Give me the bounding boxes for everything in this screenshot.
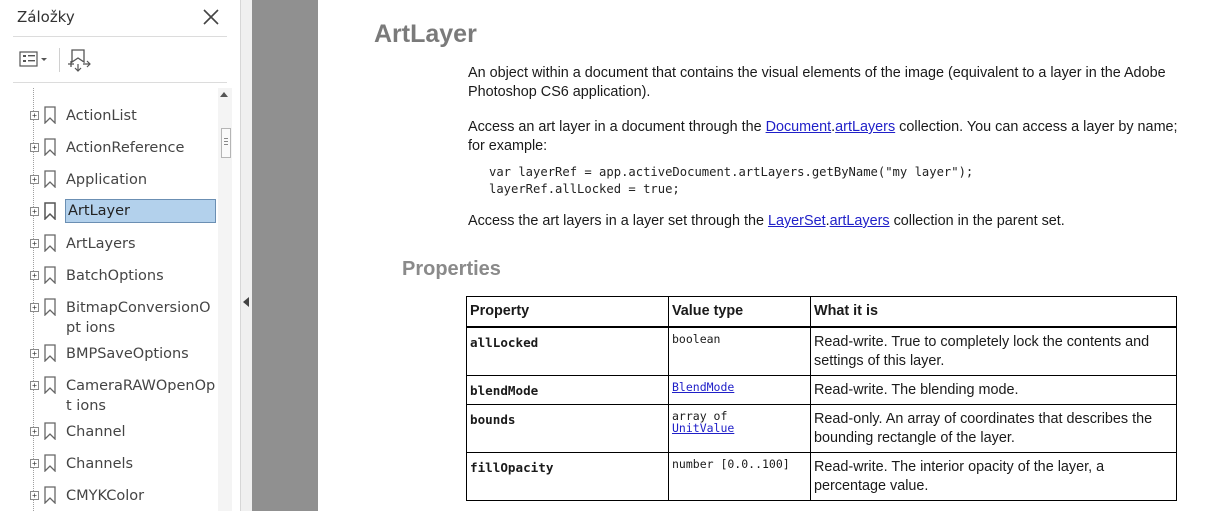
scroll-up-arrow-icon[interactable] <box>220 92 228 97</box>
toolbar-separator <box>59 48 60 72</box>
text: collection in the parent set. <box>889 213 1065 229</box>
bookmark-label: Application <box>66 172 148 188</box>
plus-expander-icon[interactable]: + <box>30 303 39 312</box>
layerset-link[interactable]: LayerSet <box>768 213 826 229</box>
intro-paragraph: An object within a document that contain… <box>468 65 1166 100</box>
bookmarks-panel: Záložky + ActionList + ActionReference +… <box>0 0 241 511</box>
property-name: bounds <box>466 404 669 453</box>
plus-expander-icon[interactable]: + <box>30 271 39 280</box>
bookmark-ribbon-icon <box>44 486 56 505</box>
properties-table: Property Value type What it is allLocked… <box>466 296 1177 501</box>
bookmark-label: CameraRAWOpenOpt ions <box>66 378 216 414</box>
bookmark-label: ArtLayer <box>65 199 216 223</box>
bookmark-label: ActionReference <box>66 140 185 156</box>
bookmarks-toolbar <box>13 44 227 76</box>
table-row: allLocked boolean Read-write. True to co… <box>466 326 1177 376</box>
bookmark-label: Channels <box>66 456 134 472</box>
bookmark-tree: + ActionList + ActionReference + Applica… <box>20 88 220 511</box>
property-name: blendMode <box>466 375 669 405</box>
value-type: number [0.0..100] <box>668 452 811 501</box>
bookmark-ribbon-icon <box>44 138 56 157</box>
page-gutter <box>252 0 318 511</box>
bookmark-label: ActionList <box>66 108 137 124</box>
collapse-arrow-icon[interactable] <box>243 297 249 307</box>
table-header-row: Property Value type What it is <box>466 296 1177 328</box>
property-description: Read-only. An array of coordinates that … <box>810 404 1177 453</box>
page-title: ArtLayer <box>374 20 477 48</box>
plus-expander-icon[interactable]: + <box>30 143 39 152</box>
blendmode-link[interactable]: BlendMode <box>672 381 807 393</box>
property-description: Read-write. True to completely lock the … <box>810 326 1177 376</box>
value-type: array of UnitValue <box>668 404 811 453</box>
plus-expander-icon[interactable]: + <box>30 491 39 500</box>
bookmark-ribbon-icon <box>44 234 56 253</box>
plus-expander-icon[interactable]: + <box>30 349 39 358</box>
type-text: boolean <box>672 332 721 346</box>
section-heading: Properties <box>402 258 501 280</box>
bookmarks-scrollbar[interactable] <box>218 88 232 511</box>
column-header: Value type <box>668 296 811 328</box>
property-description: Read-write. The blending mode. <box>810 375 1177 405</box>
table-row: bounds array of UnitValue Read-only. An a… <box>466 404 1177 453</box>
bookmark-ribbon-icon <box>44 298 56 317</box>
bookmark-ribbon-icon <box>44 376 56 395</box>
panel-collapse-handle[interactable] <box>241 0 252 511</box>
plus-expander-icon[interactable]: + <box>30 427 39 436</box>
property-name: allLocked <box>466 326 669 376</box>
plus-expander-icon[interactable]: + <box>30 381 39 390</box>
access-paragraph: Access an art layer in a document throug… <box>468 118 1178 156</box>
plus-expander-icon[interactable]: + <box>30 459 39 468</box>
new-bookmark-icon[interactable] <box>66 47 92 73</box>
bookmark-ribbon-icon <box>44 422 56 441</box>
bookmark-label: ArtLayers <box>66 236 136 252</box>
options-list-icon[interactable] <box>17 48 51 72</box>
property-description: Read-write. The interior opacity of the … <box>810 452 1177 501</box>
text: Access an art layer in a document throug… <box>468 119 766 135</box>
column-header: Property <box>466 296 669 328</box>
close-icon[interactable] <box>200 6 222 28</box>
value-type: BlendMode <box>668 375 811 405</box>
plus-expander-icon[interactable]: + <box>30 175 39 184</box>
bookmark-ribbon-icon <box>44 454 56 473</box>
code-sample: var layerRef = app.activeDocument.artLay… <box>489 165 974 196</box>
divider <box>13 82 227 83</box>
unitvalue-link[interactable]: UnitValue <box>672 422 807 434</box>
bookmark-label: CMYKColor <box>66 488 145 504</box>
bookmark-label: Channel <box>66 424 126 440</box>
bookmark-ribbon-icon <box>44 202 56 221</box>
bookmark-label: BitmapConversionOpt ions <box>66 300 211 336</box>
panel-title: Záložky <box>17 8 75 26</box>
plus-expander-icon[interactable]: + <box>30 207 39 216</box>
bookmark-ribbon-icon <box>44 106 56 125</box>
text: Access the art layers in a layer set thr… <box>468 213 768 229</box>
bookmark-label: BatchOptions <box>66 268 164 284</box>
document-link[interactable]: Document <box>766 119 832 135</box>
table-row: blendMode BlendMode Read-write. The blen… <box>466 375 1177 405</box>
bookmark-ribbon-icon <box>44 266 56 285</box>
bookmark-ribbon-icon <box>44 344 56 363</box>
table-row: fillOpacity number [0.0..100] Read-write… <box>466 452 1177 501</box>
divider <box>13 36 227 37</box>
layerset-paragraph: Access the art layers in a layer set thr… <box>468 212 1178 231</box>
document-page: ArtLayer An object within a document tha… <box>318 0 1221 511</box>
column-header: What it is <box>810 296 1177 328</box>
artlayers-link[interactable]: artLayers <box>835 119 895 135</box>
artlayers-link[interactable]: artLayers <box>830 213 890 229</box>
type-text: number [0.0..100] <box>672 457 790 471</box>
bookmark-label: BMPSaveOptions <box>66 346 189 362</box>
value-type: boolean <box>668 326 811 376</box>
scrollbar-thumb[interactable] <box>221 128 231 158</box>
property-name: fillOpacity <box>466 452 669 501</box>
plus-expander-icon[interactable]: + <box>30 239 39 248</box>
bookmark-ribbon-icon <box>44 170 56 189</box>
plus-expander-icon[interactable]: + <box>30 111 39 120</box>
